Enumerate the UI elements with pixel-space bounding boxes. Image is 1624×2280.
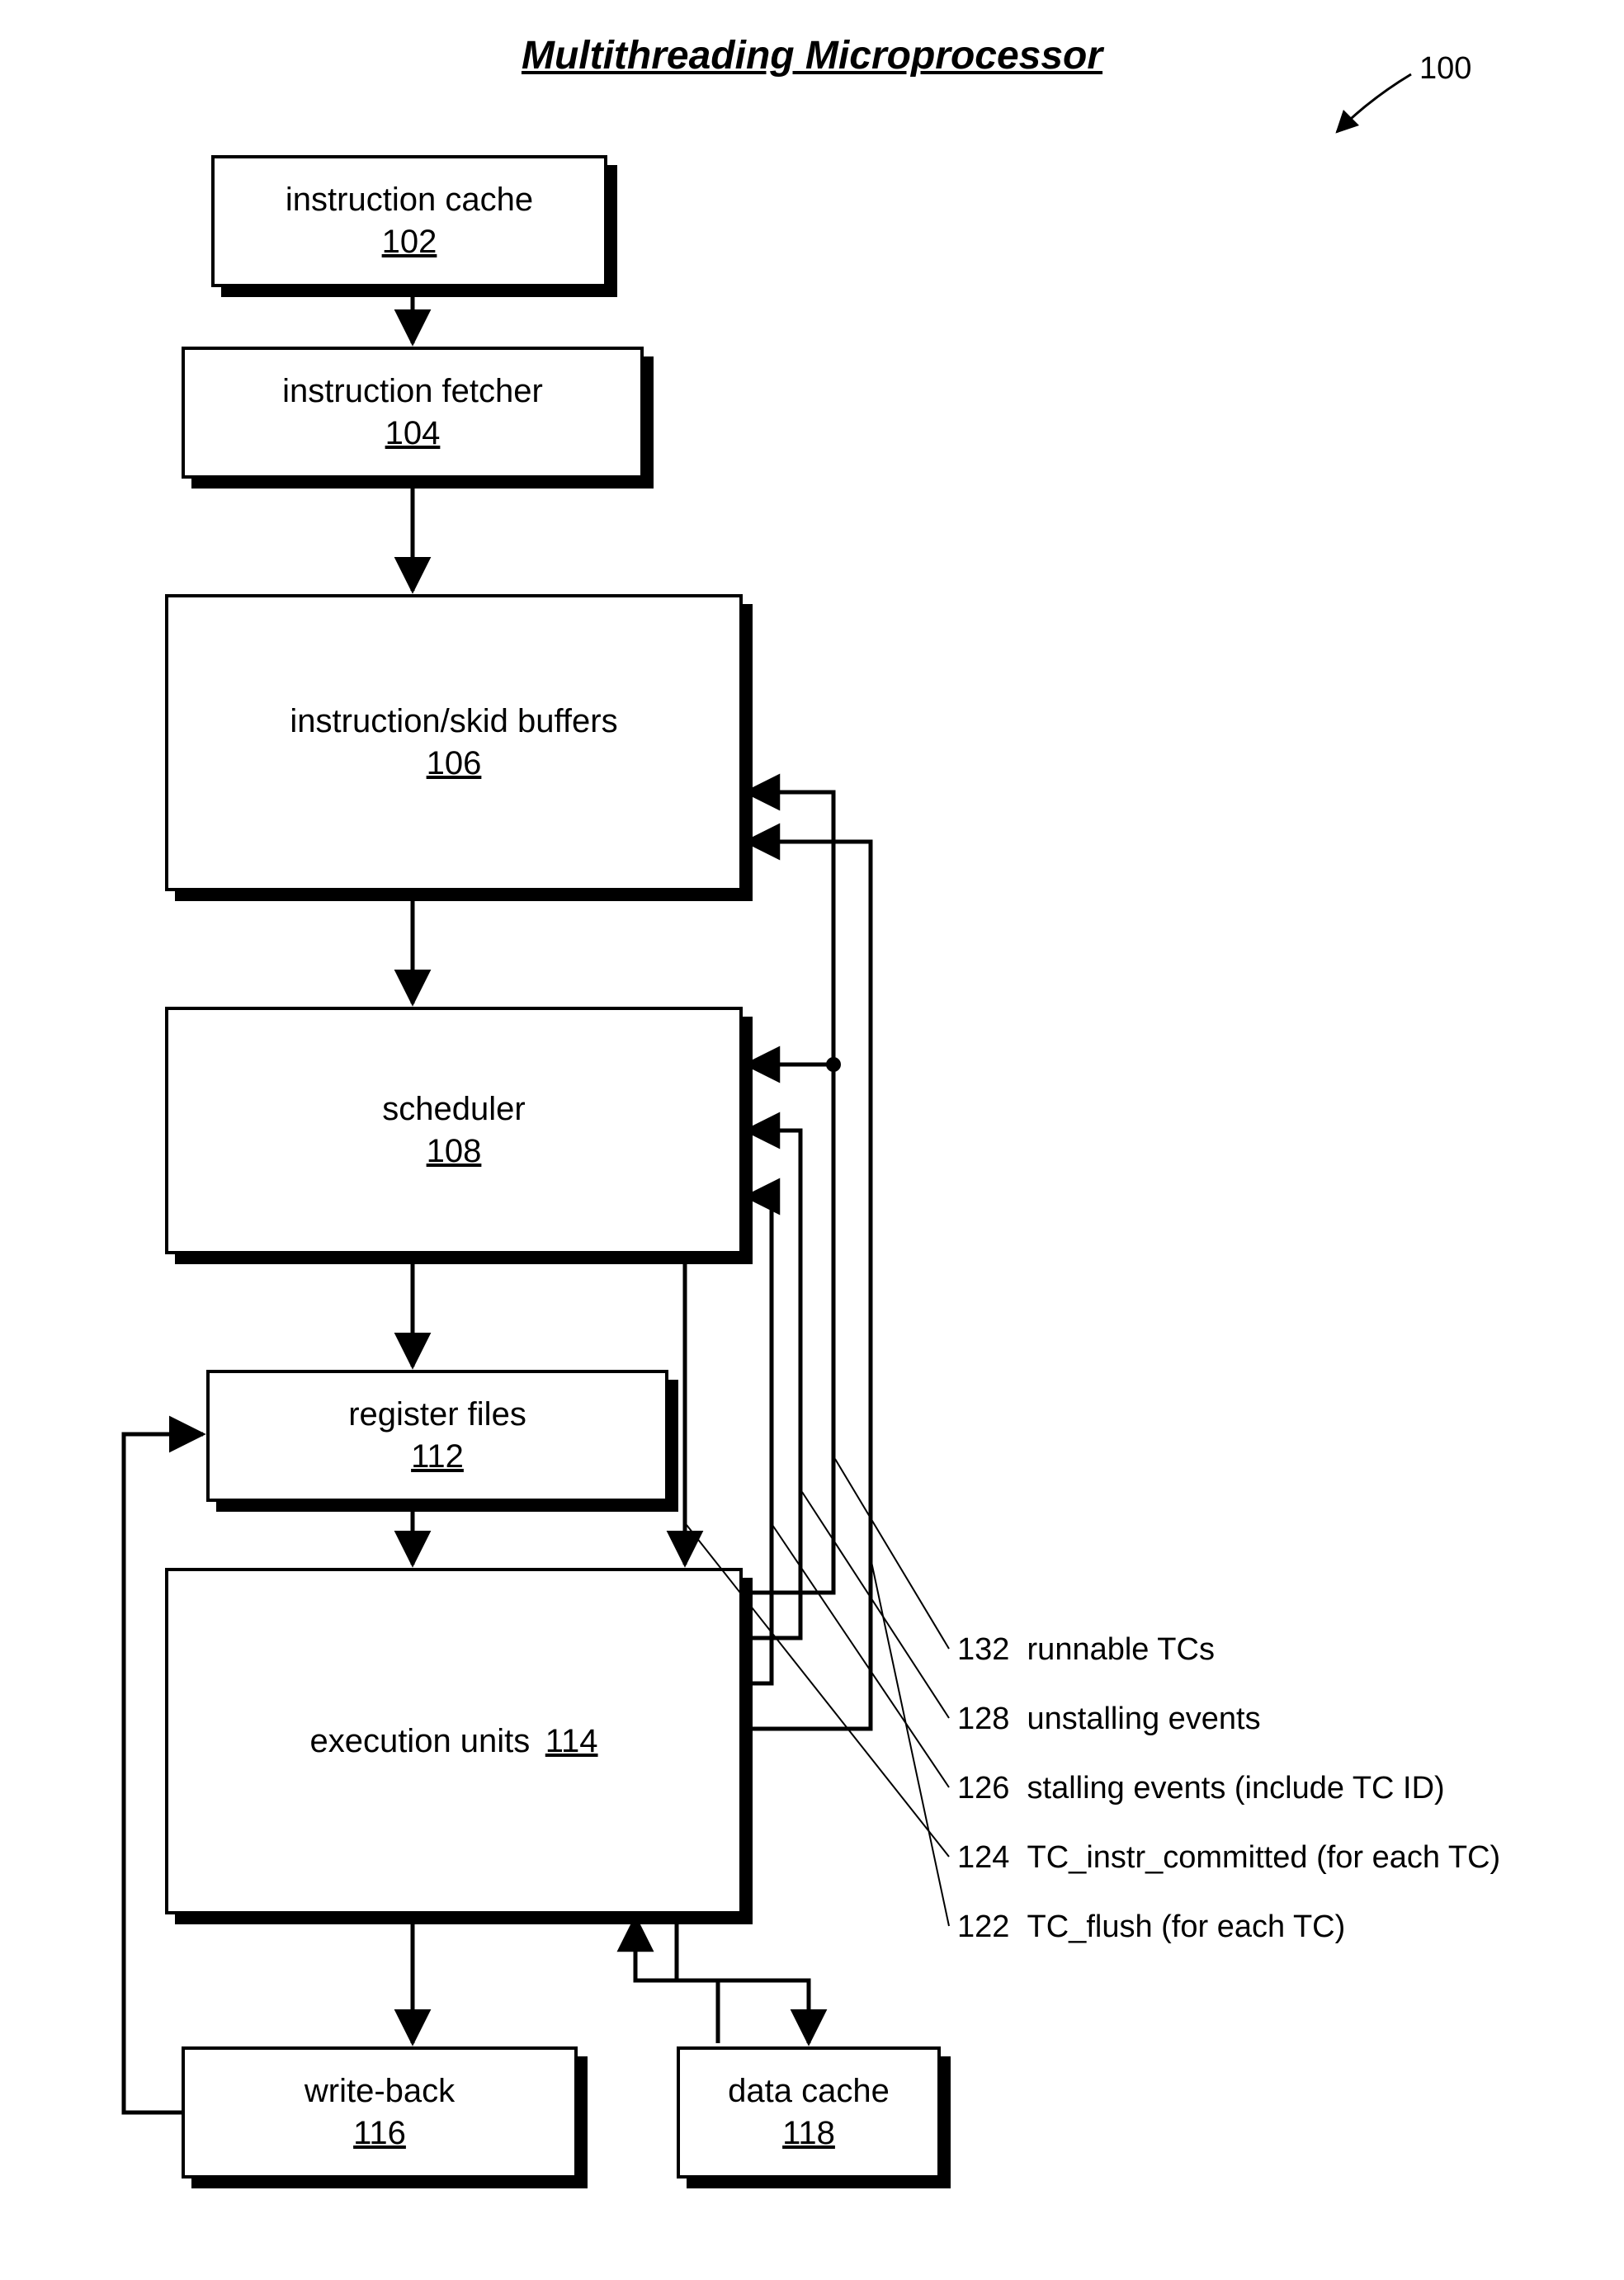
page-title: Multithreading Microprocessor (0, 33, 1624, 78)
block-label: write-back (304, 2073, 455, 2110)
block-num: 112 (411, 1438, 464, 1475)
block-data-cache: data cache 118 (677, 2046, 941, 2179)
block-num: 106 (427, 745, 482, 782)
block-label: register files (348, 1396, 526, 1433)
block-instruction-cache: instruction cache 102 (211, 155, 607, 287)
block-label: data cache (728, 2073, 890, 2110)
block-num: 118 (782, 2115, 835, 2152)
signal-132: 132 runnable TCs (957, 1632, 1215, 1668)
block-label: execution units (309, 1723, 530, 1759)
signal-126: 126 stalling events (include TC ID) (957, 1771, 1445, 1806)
block-num: 116 (353, 2115, 406, 2152)
block-scheduler: scheduler 108 (165, 1007, 743, 1254)
block-num: 114 (545, 1723, 598, 1759)
block-instruction-fetcher: instruction fetcher 104 (182, 347, 644, 479)
block-write-back: write-back 116 (182, 2046, 578, 2179)
signal-128: 128 unstalling events (957, 1702, 1261, 1737)
figure-ref-num: 100 (1419, 51, 1471, 87)
block-instruction-skid-buffers: instruction/skid buffers 106 (165, 594, 743, 891)
block-num: 104 (385, 415, 441, 452)
block-num: 102 (382, 224, 437, 261)
block-label: instruction fetcher (282, 373, 543, 410)
signal-124: 124 TC_instr_committed (for each TC) (957, 1840, 1500, 1876)
block-label: instruction/skid buffers (290, 703, 617, 740)
block-num: 108 (427, 1133, 482, 1170)
block-label: scheduler (382, 1091, 525, 1128)
block-label: instruction cache (286, 182, 533, 219)
block-execution-units: execution units 114 (165, 1568, 743, 1914)
signal-122: 122 TC_flush (for each TC) (957, 1909, 1345, 1945)
block-register-files: register files 112 (206, 1370, 668, 1502)
